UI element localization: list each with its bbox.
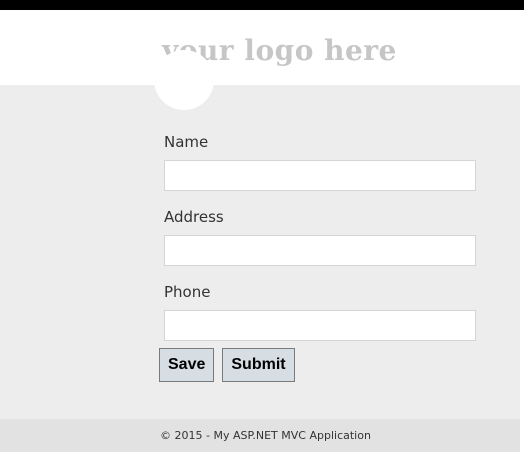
header: your logo here [0,10,520,85]
form-actions: Save Submit [159,348,303,382]
top-strip [0,0,524,10]
name-label: Name [164,133,209,151]
contact-form: Name Address Phone [164,128,476,357]
footer: © 2015 - My ASP.NET MVC Application [0,419,520,452]
footer-copyright: © 2015 - My ASP.NET MVC Application [160,429,371,442]
name-input[interactable] [164,160,476,191]
address-input[interactable] [164,235,476,266]
save-button[interactable]: Save [159,348,215,382]
page: your logo here Name Address Phone Save Su… [0,0,524,452]
address-label: Address [164,208,224,226]
phone-label: Phone [164,283,211,301]
logo-badge [154,50,214,110]
submit-button[interactable]: Submit [222,348,295,382]
right-edge [520,10,524,452]
phone-input[interactable] [164,310,476,341]
